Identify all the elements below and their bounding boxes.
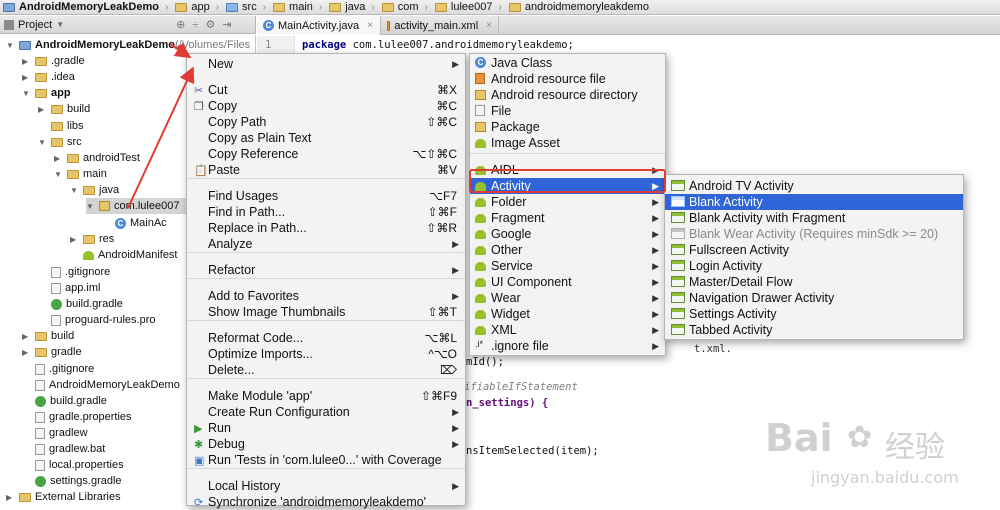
watermark-logo: Bai [765,416,833,460]
paw-icon: ✿ [847,420,873,455]
baidu-watermark: Bai ✿ 经验 jingyan.baidu.com [755,416,1000,506]
annotation-arrow-up [127,66,195,209]
watermark-url: jingyan.baidu.com [811,468,959,487]
annotation-dot [177,45,183,51]
watermark-logo-cn: 经验 [885,430,945,465]
